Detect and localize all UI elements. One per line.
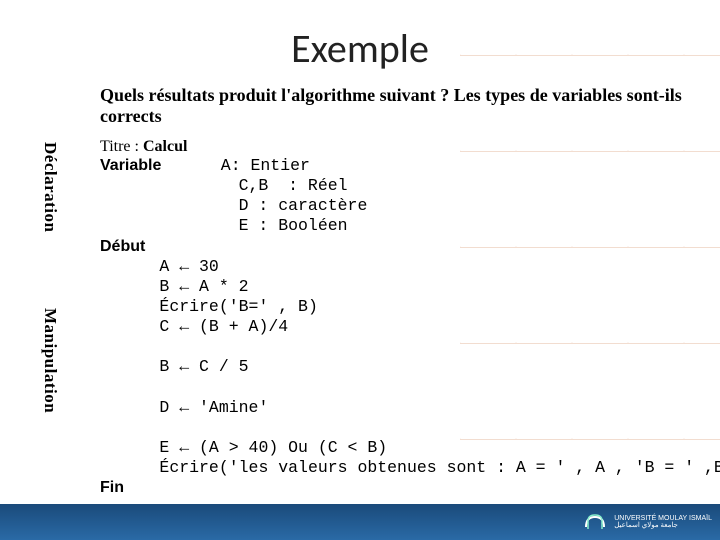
- footer: UNIVERSITÉ MOULAY ISMAÏL جامعة مولاي اسم…: [0, 504, 720, 540]
- manipulation-label: Manipulation: [40, 308, 60, 413]
- algorithm-title-line: Titre : Calcul: [100, 138, 187, 156]
- stmt-6: D ← 'Amine': [159, 398, 268, 417]
- stmt-3: Écrire('B=' , B): [159, 297, 317, 316]
- footer-line2: جامعة مولاي اسماعيل: [614, 522, 712, 529]
- footer-text: UNIVERSITÉ MOULAY ISMAÏL جامعة مولاي اسم…: [614, 515, 712, 530]
- stmt-4: C ← (B + A)/4: [159, 317, 288, 336]
- stmt-1: A ← 30: [159, 257, 218, 276]
- stmt-8: Écrire('les valeurs obtenues sont : A = …: [159, 458, 720, 477]
- type-d: D : caractère: [239, 196, 368, 215]
- stmt-7: E ← (A > 40) Ou (C < B): [159, 438, 387, 457]
- type-a: A: Entier: [221, 156, 310, 175]
- declaration-label: Déclaration: [40, 142, 60, 232]
- titre-label: Titre :: [100, 138, 139, 155]
- umi-logo-icon: [582, 509, 608, 535]
- stmt-2: B ← A * 2: [159, 277, 248, 296]
- type-e: E : Booléen: [239, 216, 348, 235]
- question-text: Quels résultats produit l'algorithme sui…: [100, 85, 700, 126]
- type-cb: C,B : Réel: [239, 176, 348, 195]
- keyword-fin: Fin: [100, 479, 124, 496]
- slide-title: Exemple: [0, 24, 720, 73]
- stmt-5: B ← C / 5: [159, 357, 248, 376]
- footer-line1: UNIVERSITÉ MOULAY ISMAÏL: [614, 515, 712, 522]
- algorithm-code: Variable A: Entier C,B : Réel D : caract…: [100, 156, 700, 498]
- footer-logo-block: UNIVERSITÉ MOULAY ISMAÏL جامعة مولاي اسم…: [582, 509, 712, 535]
- titre-value: Calcul: [143, 138, 187, 155]
- keyword-variable: Variable: [100, 157, 161, 174]
- keyword-debut: Début: [100, 238, 145, 255]
